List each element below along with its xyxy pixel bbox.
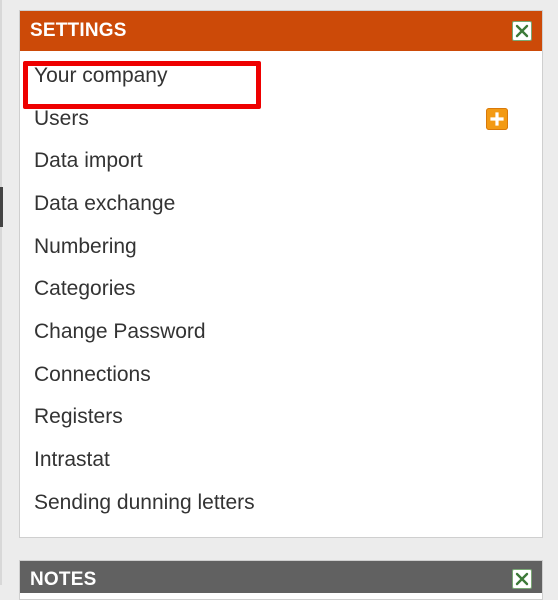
settings-item-data-exchange[interactable]: Data exchange xyxy=(20,191,542,234)
left-edge xyxy=(0,0,2,585)
settings-item-registers[interactable]: Registers xyxy=(20,405,542,448)
settings-close-button[interactable] xyxy=(512,21,532,41)
close-icon xyxy=(515,24,529,38)
notes-panel-title: NOTES xyxy=(30,569,97,590)
settings-item-label: Your company xyxy=(34,63,168,87)
settings-item-label: Connections xyxy=(34,362,151,386)
settings-item-label: Change Password xyxy=(34,319,206,343)
close-icon xyxy=(515,572,529,586)
settings-item-label: Numbering xyxy=(34,234,137,258)
settings-item-label: Sending dunning letters xyxy=(34,490,255,514)
settings-item-data-import[interactable]: Data import xyxy=(20,148,542,191)
add-user-button[interactable] xyxy=(486,107,508,130)
settings-menu: Your company Users Data import Data exch… xyxy=(20,51,542,533)
settings-item-change-password[interactable]: Change Password xyxy=(20,319,542,362)
notes-panel: NOTES xyxy=(19,560,543,600)
left-edge-tab[interactable] xyxy=(0,187,3,227)
settings-item-label: Users xyxy=(34,106,89,130)
settings-item-users[interactable]: Users xyxy=(20,106,542,149)
settings-panel: SETTINGS Your company Users Data import … xyxy=(19,10,543,538)
settings-item-label: Categories xyxy=(34,277,136,301)
settings-item-label: Registers xyxy=(34,405,123,429)
notes-close-button[interactable] xyxy=(512,569,532,589)
settings-item-label: Data exchange xyxy=(34,191,176,215)
settings-item-label: Data import xyxy=(34,149,143,173)
settings-item-intrastat[interactable]: Intrastat xyxy=(20,447,542,490)
settings-item-label: Intrastat xyxy=(34,448,110,472)
settings-panel-header: SETTINGS xyxy=(20,11,542,51)
add-icon xyxy=(490,112,504,126)
settings-item-connections[interactable]: Connections xyxy=(20,362,542,405)
settings-item-sending-dunning-letters[interactable]: Sending dunning letters xyxy=(20,490,542,533)
notes-panel-header: NOTES xyxy=(20,561,542,593)
settings-item-categories[interactable]: Categories xyxy=(20,276,542,319)
settings-item-numbering[interactable]: Numbering xyxy=(20,234,542,277)
settings-item-your-company[interactable]: Your company xyxy=(20,61,542,109)
settings-panel-title: SETTINGS xyxy=(30,20,127,41)
